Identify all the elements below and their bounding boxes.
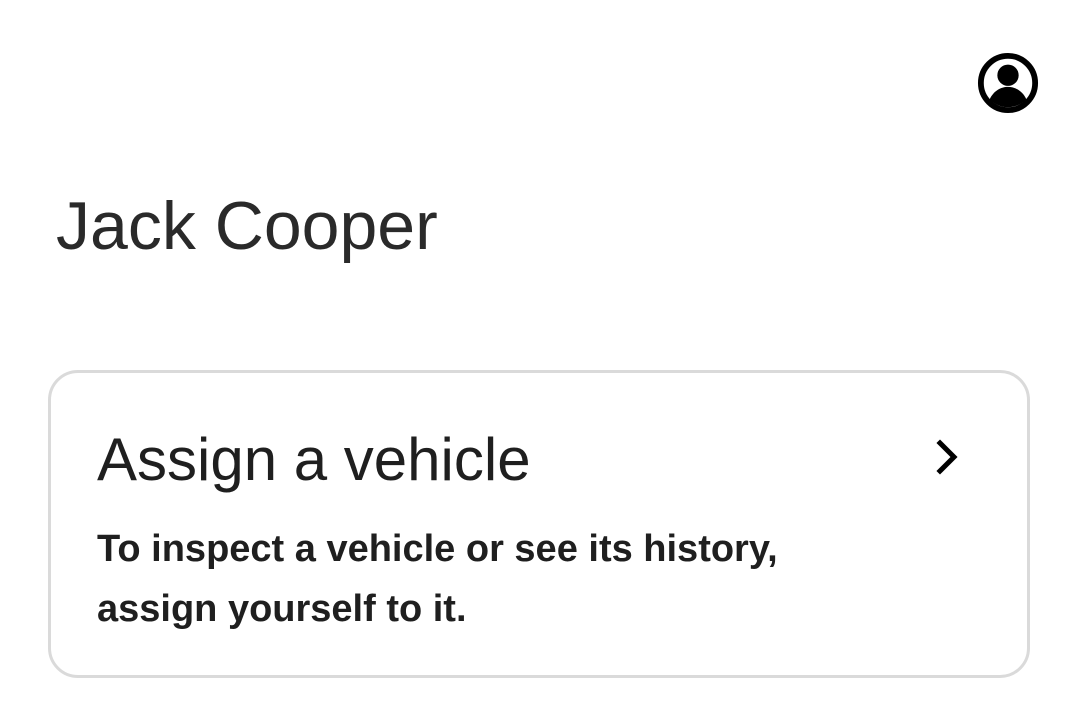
assign-vehicle-card[interactable]: Assign a vehicle To inspect a vehicle or…: [48, 370, 1030, 678]
card-title: Assign a vehicle: [97, 426, 531, 493]
card-description: To inspect a vehicle or see its history,…: [97, 528, 778, 630]
user-name: Jack Cooper: [56, 188, 438, 264]
account-circle-icon: [977, 52, 1039, 114]
chevron-right-icon: [927, 433, 967, 481]
account-button[interactable]: [976, 51, 1040, 115]
